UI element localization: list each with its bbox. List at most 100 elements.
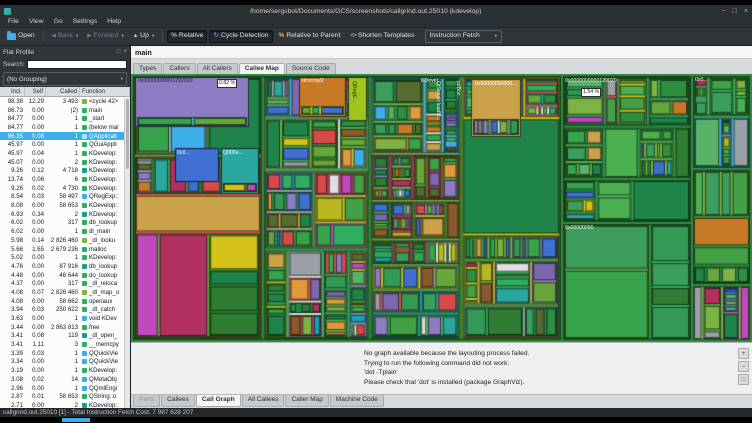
table-row[interactable]: 4.76 0.00 87 916 db_lookup xyxy=(0,262,130,271)
graph-error: No graph available because the layouting… xyxy=(364,349,529,387)
menu-item-settings[interactable]: Settings xyxy=(68,18,103,26)
tab-all-callers[interactable]: All Callers xyxy=(196,62,238,74)
minimize-button[interactable]: − xyxy=(722,8,726,15)
table-row[interactable]: 8.08 0.00 58 653 KDevelop: xyxy=(0,201,130,210)
function-icon xyxy=(82,133,87,139)
table-row[interactable]: 45.97 0.00 1 QGuiAppli xyxy=(0,140,130,149)
table-row[interactable]: 45.07 0.00 2 KDevelop: xyxy=(0,158,130,167)
maximize-button[interactable]: □ xyxy=(733,8,737,15)
table-row[interactable]: 4.48 0.00 46 644 do_lookup xyxy=(0,271,130,280)
menu-item-go[interactable]: Go xyxy=(49,18,68,26)
scrollbar-thumb[interactable] xyxy=(126,99,129,169)
table-row[interactable]: 86.35 0.08 1 QApplicati xyxy=(0,131,130,141)
relative-button[interactable]: % Relative xyxy=(167,30,208,43)
cell-called: 87 916 xyxy=(59,262,78,270)
column-self[interactable]: Self xyxy=(25,87,46,96)
menu-item-view[interactable]: View xyxy=(24,18,49,26)
column-called[interactable]: Called xyxy=(46,87,80,96)
desktop-screen: /home/sergsbot/Documents/GCS/screenshots… xyxy=(0,0,752,423)
menu-item-file[interactable]: File xyxy=(3,18,24,26)
tab-callees[interactable]: Callees xyxy=(161,395,195,407)
column-function[interactable]: Function xyxy=(80,87,130,96)
table-row[interactable]: 5.98 0.14 2 826 460 _dl_looku xyxy=(0,236,130,245)
relative-to-parent-button[interactable]: % Relative to Parent xyxy=(275,30,345,43)
shorten-templates-icon: <> xyxy=(350,32,357,40)
cell-incl: 3.94 xyxy=(11,306,23,314)
table-row[interactable]: 3.41 0.08 119 _dl_open_ xyxy=(0,332,130,341)
table-row[interactable]: 84.77 0.00 1 _start xyxy=(0,114,130,123)
back-button[interactable]: ◀ Back ▾ xyxy=(48,30,83,43)
zoom-fit-button[interactable]: □ xyxy=(738,374,749,385)
tab-source-code[interactable]: Source Code xyxy=(285,62,336,74)
column-incl[interactable]: Incl. xyxy=(0,87,25,96)
table-row[interactable]: 84.77 0.00 1 (below mai xyxy=(0,123,130,132)
table-row[interactable]: 2.96 0.00 1 QQmlEngi xyxy=(0,384,130,393)
function-name: _dl_open_ xyxy=(89,332,118,340)
relative-to-parent-label: Relative to Parent xyxy=(286,32,341,40)
cell-incl: 6.93 xyxy=(11,210,23,218)
tab-types[interactable]: Types xyxy=(133,62,163,74)
table-row[interactable]: 3.19 0.00 1 KDevelop: xyxy=(0,366,130,375)
zoom-in-button[interactable]: + xyxy=(738,348,749,359)
up-dropdown-caret-icon[interactable]: ▾ xyxy=(152,34,154,39)
table-row[interactable]: 45.97 0.04 1 KDevelop: xyxy=(0,149,130,158)
table-row[interactable]: 2.87 0.01 58 653 QString::o xyxy=(0,392,130,401)
combo-caret-icon: ▾ xyxy=(494,33,498,39)
forward-button[interactable]: ▶ Forward ▾ xyxy=(83,30,127,43)
table-row[interactable]: 6.93 0.34 2 KDevelop: xyxy=(0,210,130,219)
function-name: db_lookup xyxy=(89,262,118,270)
event-type-value: Instruction Fetch xyxy=(429,32,480,40)
table-row[interactable]: 6.02 0.00 317 db_lookup xyxy=(0,219,130,228)
table-row[interactable]: 3.08 0.02 14 QMetaObj xyxy=(0,375,130,384)
close-panel-icon[interactable]: × xyxy=(123,49,127,55)
tab-caller-map[interactable]: Caller Map xyxy=(285,395,329,407)
table-row[interactable]: 3.34 0.00 1 QQuickVie xyxy=(0,358,130,367)
table-row[interactable]: 4.37 0.00 317 _dl_reloca xyxy=(0,279,130,288)
table-row[interactable]: 9.26 0.12 4 718 KDevelop: xyxy=(0,167,130,176)
table-row[interactable]: 3.94 0.03 250 622 _dl_catch xyxy=(0,306,130,315)
tab-call-graph[interactable]: Call Graph xyxy=(195,395,241,407)
table-row[interactable]: 4.08 0.07 2 826 460 _dl_map_o xyxy=(0,288,130,297)
table-row[interactable]: 3.39 0.03 1 QQuickVie xyxy=(0,349,130,358)
search-input[interactable] xyxy=(26,60,127,69)
cell-self: 0.14 xyxy=(32,236,44,244)
table-row[interactable]: 86.73 0.00 (2) main xyxy=(0,106,130,115)
table-row[interactable]: 2.71 0.00 2 KDevelop: xyxy=(0,401,130,408)
table-scrollbar[interactable] xyxy=(124,98,130,408)
tab-all-callees[interactable]: All Callees xyxy=(241,395,285,407)
shorten-templates-button[interactable]: <> Shorten Templates xyxy=(346,30,418,43)
table-row[interactable]: 13.74 0.06 6 KDevelop: xyxy=(0,175,130,184)
zoom-out-button[interactable]: − xyxy=(738,361,749,372)
back-dropdown-caret-icon[interactable]: ▾ xyxy=(76,34,78,39)
tab-callee-map[interactable]: Callee Map xyxy=(238,62,285,74)
table-row[interactable]: 3.44 0.00 2 863 813 free xyxy=(0,323,130,332)
function-icon xyxy=(82,107,87,113)
tab-callers[interactable]: Callers xyxy=(163,62,196,74)
table-row[interactable]: 3.63 0.00 1 void KDev xyxy=(0,314,130,323)
window-titlebar[interactable]: /home/sergsbot/Documents/GCS/screenshots… xyxy=(0,5,752,17)
function-name: KDevelop: xyxy=(89,254,118,262)
table-row[interactable]: 5.66 1.65 2 679 236 malloc xyxy=(0,245,130,254)
up-button[interactable]: ▲ Up ▾ xyxy=(129,30,158,43)
grouping-combobox[interactable]: (No Grouping) ▾ xyxy=(3,72,127,86)
table-row[interactable]: 9.26 0.02 4 730 KDevelop: xyxy=(0,184,130,193)
cycle-detection-button[interactable]: ↻ Cycle Detection xyxy=(209,30,273,43)
cell-called: 1 xyxy=(74,115,78,123)
table-row[interactable]: 8.54 0.03 58 497 QRegExp:: xyxy=(0,193,130,202)
forward-dropdown-caret-icon[interactable]: ▾ xyxy=(121,34,123,39)
tab-parts[interactable]: Parts xyxy=(133,395,161,407)
table-row[interactable]: 3.41 1.11 3 __memcpy xyxy=(0,340,130,349)
cell-called: 317 xyxy=(67,219,78,227)
event-type-combobox[interactable]: Instruction Fetch ▾ xyxy=(424,30,503,43)
close-button[interactable]: × xyxy=(744,8,748,15)
table-row[interactable]: 5.02 0.00 1 KDevelop: xyxy=(0,253,130,262)
callee-treemap[interactable] xyxy=(131,74,752,342)
tab-machine-code[interactable]: Machine Code xyxy=(329,395,384,407)
menu-item-help[interactable]: Help xyxy=(102,18,126,26)
float-panel-icon[interactable]: □ xyxy=(117,49,121,55)
table-row[interactable]: 4.08 0.00 58 662 openaux xyxy=(0,297,130,306)
cell-self: 0.03 xyxy=(32,306,44,314)
open-button[interactable]: Open xyxy=(3,30,39,43)
table-row[interactable]: 6.02 0.00 1 dl_main xyxy=(0,227,130,236)
table-row[interactable]: 98.38 12.29 3 493 <cycle 42> xyxy=(0,97,130,106)
